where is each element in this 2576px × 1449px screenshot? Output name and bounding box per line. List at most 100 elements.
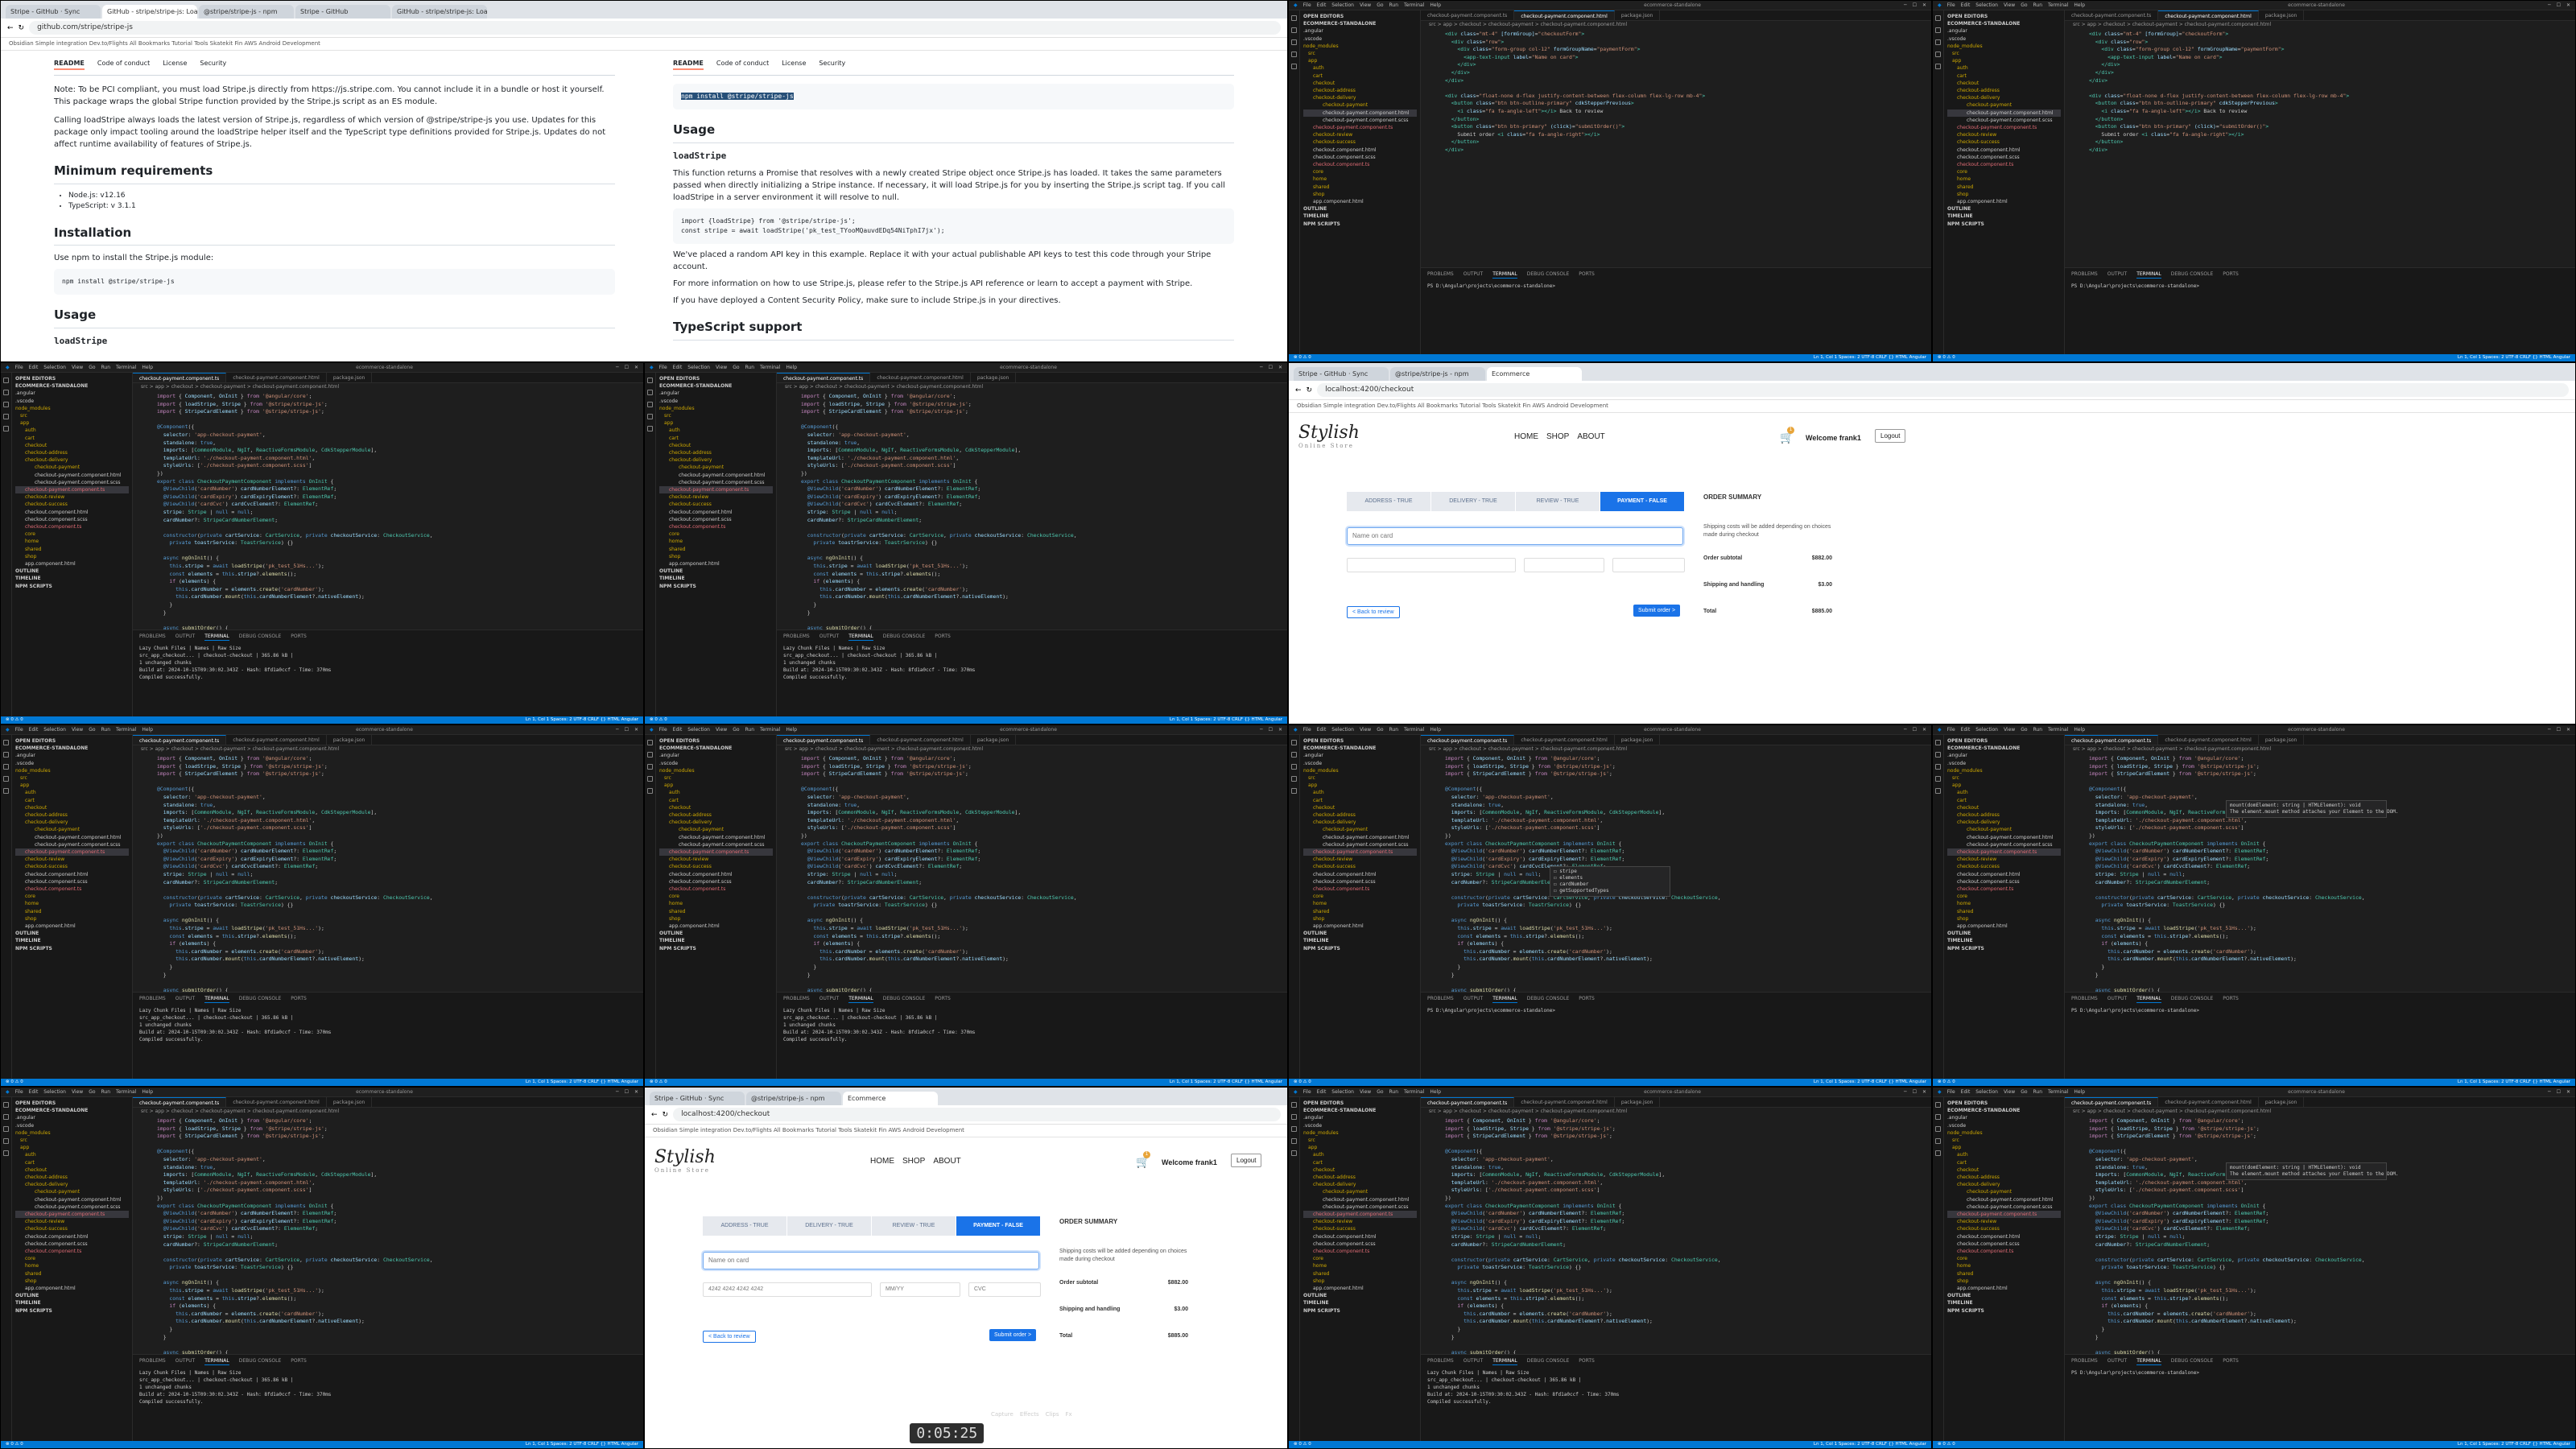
- breadcrumb[interactable]: src > app > checkout > checkout-payment …: [133, 1108, 643, 1116]
- tab-license[interactable]: License: [163, 59, 187, 70]
- menu-item[interactable]: Go: [1377, 2, 1383, 8]
- explorer-item[interactable]: shop: [659, 553, 773, 560]
- explorer-item[interactable]: checkout-address: [1303, 87, 1417, 94]
- explorer-item[interactable]: checkout.component.scss: [1947, 154, 2061, 161]
- terminal-panel[interactable]: PROBLEMS OUTPUT TERMINAL DEBUG CONSOLE PORTS…: [1421, 992, 1931, 1079]
- explorer-item[interactable]: checkout.component.html: [1303, 1233, 1417, 1241]
- minimize-icon[interactable]: ─: [2548, 1089, 2551, 1095]
- extensions-icon[interactable]: [1935, 788, 1941, 794]
- explorer-item[interactable]: TIMELINE: [15, 575, 129, 582]
- maximize-icon[interactable]: ☐: [2557, 2, 2561, 8]
- checkout-step-tab[interactable]: DELIVERY - TRUE: [1431, 492, 1515, 511]
- explorer-item[interactable]: checkout-payment.component.html: [1947, 109, 2061, 117]
- menu-item[interactable]: Run: [2033, 727, 2043, 733]
- explorer-item[interactable]: shared: [1303, 1270, 1417, 1278]
- panel-tab[interactable]: PROBLEMS: [783, 995, 810, 1003]
- explorer-item[interactable]: TIMELINE: [1303, 937, 1417, 944]
- extensions-icon[interactable]: [3, 1150, 9, 1156]
- explorer-item[interactable]: home: [15, 900, 129, 907]
- panel-tab[interactable]: OUTPUT: [2107, 270, 2127, 279]
- explorer-item[interactable]: ECOMMERCE-STANDALONE: [659, 745, 773, 752]
- panel-tab[interactable]: PORTS: [1579, 1357, 1595, 1365]
- source-control-icon[interactable]: [1291, 1126, 1297, 1132]
- explorer-item[interactable]: checkout.component.scss: [659, 516, 773, 523]
- explorer-item[interactable]: core: [1947, 168, 2061, 175]
- explorer-item[interactable]: app: [1303, 782, 1417, 789]
- explorer-item[interactable]: checkout-payment.component.ts: [15, 848, 129, 857]
- maximize-icon[interactable]: ☐: [625, 1089, 629, 1095]
- explorer-item[interactable]: node_modules: [15, 405, 129, 412]
- explorer-item[interactable]: checkout.component.ts: [1303, 161, 1417, 168]
- explorer-item[interactable]: .angular: [1303, 1114, 1417, 1121]
- explorer-item[interactable]: checkout-address: [15, 449, 129, 456]
- explorer-item[interactable]: checkout.component.scss: [15, 1241, 129, 1248]
- explorer-item[interactable]: checkout-success: [1947, 138, 2061, 146]
- explorer-item[interactable]: shop: [1303, 191, 1417, 198]
- extensions-icon[interactable]: [3, 788, 9, 794]
- explorer-item[interactable]: checkout-address: [1947, 1174, 2061, 1181]
- terminal-panel[interactable]: PROBLEMS OUTPUT TERMINAL DEBUG CONSOLE PORTS…: [2065, 267, 2575, 354]
- card-number-field[interactable]: [1347, 558, 1516, 572]
- explorer-item[interactable]: app.component.html: [1947, 923, 2061, 930]
- browser-tab[interactable]: @stripe/stripe-js - npm: [746, 1092, 841, 1105]
- explorer-icon[interactable]: [647, 378, 653, 383]
- explorer-icon[interactable]: [1935, 15, 1941, 21]
- explorer-item[interactable]: .vscode: [15, 760, 129, 767]
- explorer-item[interactable]: .angular: [15, 390, 129, 397]
- menu-item[interactable]: Help: [2074, 1089, 2085, 1095]
- explorer-item[interactable]: TIMELINE: [1303, 1299, 1417, 1307]
- explorer-item[interactable]: OPEN EDITORS: [15, 375, 129, 382]
- explorer-item[interactable]: app.component.html: [1303, 923, 1417, 930]
- explorer-item[interactable]: .vscode: [1303, 1122, 1417, 1129]
- breadcrumb[interactable]: src > app > checkout > checkout-payment …: [2065, 1108, 2575, 1116]
- explorer-item[interactable]: TIMELINE: [1303, 213, 1417, 220]
- menu-item[interactable]: View: [1360, 727, 1371, 733]
- close-icon[interactable]: ✕: [634, 365, 638, 370]
- explorer-item[interactable]: OPEN EDITORS: [1303, 13, 1417, 20]
- explorer-item[interactable]: auth: [1947, 1151, 2061, 1158]
- explorer-item[interactable]: .angular: [1947, 27, 2061, 35]
- extensions-icon[interactable]: [1935, 64, 1941, 69]
- search-icon[interactable]: [1935, 752, 1941, 758]
- explorer-item[interactable]: shared: [659, 908, 773, 915]
- explorer-item[interactable]: shared: [1303, 908, 1417, 915]
- explorer-item[interactable]: .vscode: [1947, 760, 2061, 767]
- source-control-icon[interactable]: [1935, 1126, 1941, 1132]
- explorer-item[interactable]: NPM SCRIPTS: [1947, 945, 2061, 952]
- menu-item[interactable]: Selection: [43, 365, 66, 370]
- explorer-item[interactable]: OUTLINE: [659, 568, 773, 575]
- explorer-item[interactable]: ECOMMERCE-STANDALONE: [1947, 20, 2061, 27]
- explorer-item[interactable]: checkout-delivery: [15, 819, 129, 826]
- terminal-panel[interactable]: PROBLEMS OUTPUT TERMINAL DEBUG CONSOLE PORTS…: [133, 630, 643, 716]
- panel-tab[interactable]: TERMINAL: [204, 995, 229, 1003]
- nav-link[interactable]: HOME: [870, 1157, 894, 1166]
- explorer-item[interactable]: checkout-payment.component.html: [1303, 109, 1417, 117]
- browser-tab[interactable]: @stripe/stripe-js - npm: [1390, 367, 1485, 381]
- explorer-item[interactable]: checkout-payment.component.scss: [1303, 1203, 1417, 1211]
- explorer-item[interactable]: OUTLINE: [15, 930, 129, 937]
- explorer-item[interactable]: node_modules: [1947, 1129, 2061, 1137]
- editor-tab[interactable]: checkout-payment.component.ts: [777, 373, 871, 382]
- explorer-item[interactable]: shared: [1947, 908, 2061, 915]
- explorer-item[interactable]: checkout.component.scss: [15, 516, 129, 523]
- minimize-icon[interactable]: ─: [1260, 365, 1263, 370]
- browser-tab[interactable]: Stripe - GitHub · Sync: [650, 1092, 745, 1105]
- explorer-item[interactable]: checkout-payment.component.ts: [1303, 124, 1417, 131]
- explorer-item[interactable]: cart: [659, 797, 773, 804]
- search-icon[interactable]: [1935, 1114, 1941, 1120]
- debug-icon[interactable]: [3, 1138, 9, 1144]
- explorer-item[interactable]: src: [15, 774, 129, 782]
- editor-tab[interactable]: checkout-payment.component.html: [226, 1097, 327, 1107]
- debug-icon[interactable]: [1291, 52, 1297, 57]
- explorer-item[interactable]: .angular: [15, 1114, 129, 1121]
- explorer-item[interactable]: app.component.html: [659, 923, 773, 930]
- menu-item[interactable]: Edit: [1961, 2, 1971, 8]
- explorer-item[interactable]: .angular: [1947, 752, 2061, 759]
- panel-tab[interactable]: PROBLEMS: [139, 1357, 166, 1365]
- menu-item[interactable]: Help: [142, 1089, 153, 1095]
- panel-tab[interactable]: OUTPUT: [1463, 270, 1483, 279]
- debug-icon[interactable]: [1935, 1138, 1941, 1144]
- minimize-icon[interactable]: ─: [2548, 727, 2551, 733]
- menu-item[interactable]: Go: [89, 1089, 95, 1095]
- bookmarks-bar[interactable]: Obsidian Simple integration Dev.to/Fligh…: [645, 1125, 1287, 1137]
